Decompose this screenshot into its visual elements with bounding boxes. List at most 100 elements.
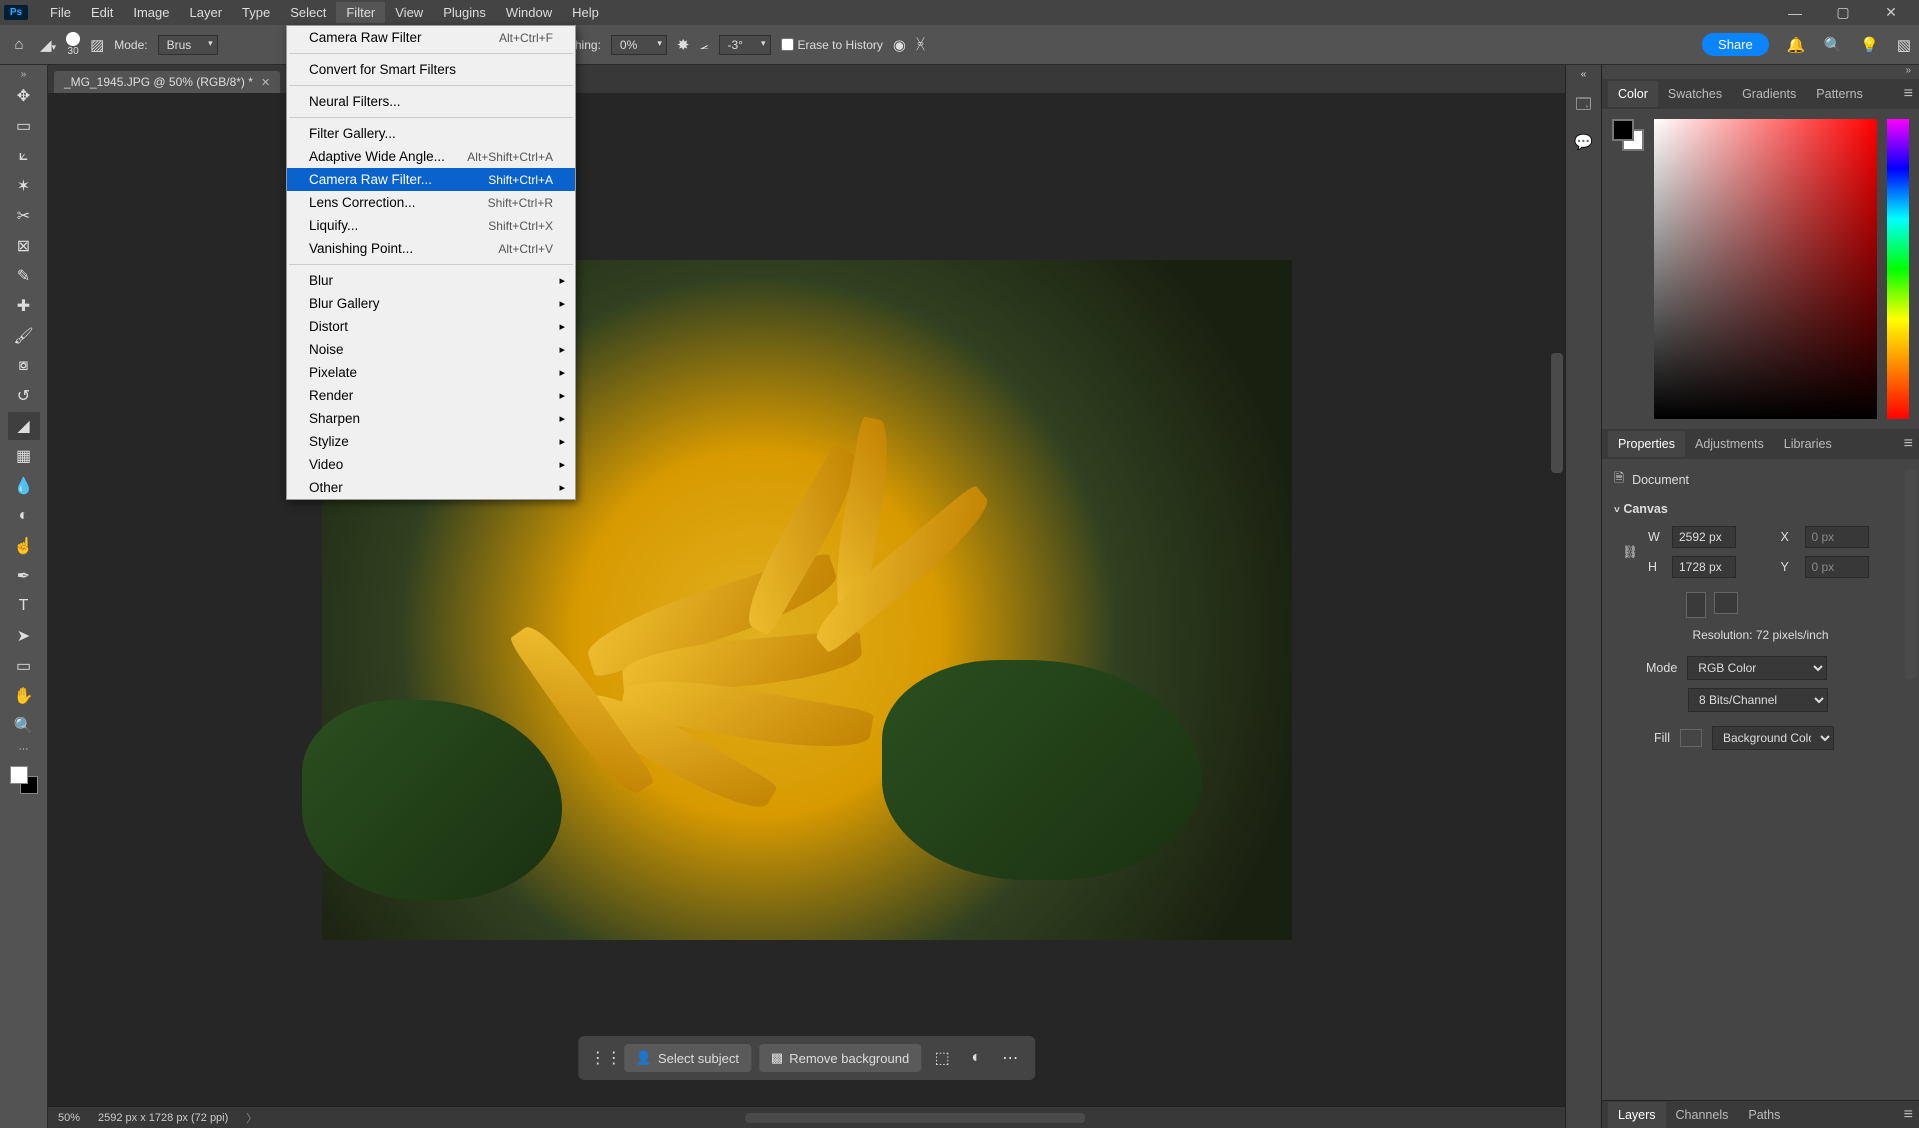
- filter-item-blur[interactable]: Blur: [287, 269, 575, 292]
- hand-tool[interactable]: ✋: [8, 682, 40, 710]
- menu-filter[interactable]: Filter: [336, 2, 385, 23]
- status-dims[interactable]: 2592 px x 1728 px (72 ppi): [98, 1112, 228, 1124]
- filter-item-lens-correction[interactable]: Lens Correction...Shift+Ctrl+R: [287, 191, 575, 214]
- tool-preset-picker[interactable]: ◢▾: [40, 36, 56, 54]
- pen-tool[interactable]: ✒: [8, 562, 40, 590]
- window-maximize[interactable]: ▢: [1819, 0, 1867, 25]
- window-minimize[interactable]: —: [1771, 1, 1819, 25]
- brush-tool[interactable]: 🖌: [8, 322, 40, 350]
- tools-more[interactable]: ⋯: [8, 742, 40, 756]
- tab-layers[interactable]: Layers: [1608, 1102, 1666, 1128]
- status-zoom[interactable]: 50%: [58, 1112, 80, 1124]
- move-tool[interactable]: ✥: [8, 82, 40, 110]
- menu-file[interactable]: File: [40, 2, 81, 23]
- link-wh-icon[interactable]: ⛓: [1622, 545, 1642, 560]
- filter-item-convert-for-smart-filters[interactable]: Convert for Smart Filters: [287, 58, 575, 81]
- tablet-pressure-icon[interactable]: ◉: [893, 36, 906, 54]
- fill-select[interactable]: Background Color: [1712, 726, 1834, 750]
- filter-item-video[interactable]: Video: [287, 453, 575, 476]
- color-mode-select[interactable]: RGB Color: [1687, 656, 1827, 680]
- healing-brush-tool[interactable]: ✚: [8, 292, 40, 320]
- tools-expand-chevron[interactable]: »: [21, 69, 27, 80]
- filter-item-noise[interactable]: Noise: [287, 338, 575, 361]
- canvas-vscroll[interactable]: [1551, 353, 1563, 473]
- blur-tool[interactable]: 💧: [8, 472, 40, 500]
- clone-stamp-tool[interactable]: ⧇: [8, 352, 40, 380]
- filter-item-pixelate[interactable]: Pixelate: [287, 361, 575, 384]
- path-select-tool[interactable]: ➤: [8, 622, 40, 650]
- tab-color[interactable]: Color: [1608, 81, 1658, 107]
- search-icon[interactable]: 🔍: [1823, 36, 1842, 54]
- rectangle-tool[interactable]: ▭: [8, 652, 40, 680]
- canvas-height-input[interactable]: [1672, 556, 1736, 578]
- qa-transform-icon[interactable]: ⬚: [929, 1048, 955, 1068]
- bit-depth-select[interactable]: 8 Bits/Channel: [1688, 688, 1828, 712]
- filter-item-stylize[interactable]: Stylize: [287, 430, 575, 453]
- window-close[interactable]: ✕: [1867, 0, 1915, 25]
- filter-item-camera-raw-filter[interactable]: Camera Raw FilterAlt+Ctrl+F: [287, 26, 575, 49]
- filter-item-distort[interactable]: Distort: [287, 315, 575, 338]
- frame-tool[interactable]: ⊠: [8, 232, 40, 260]
- close-tab-icon[interactable]: ✕: [261, 76, 270, 89]
- ministrip-icon-1[interactable]: 🗔: [1575, 94, 1591, 119]
- brush-preset[interactable]: 30: [66, 32, 80, 57]
- foreground-background-colors[interactable]: [10, 766, 38, 794]
- ministrip-collapse-chevron[interactable]: «: [1581, 69, 1587, 80]
- menu-window[interactable]: Window: [496, 2, 562, 23]
- angle-input[interactable]: -3°: [719, 35, 771, 55]
- mode-dropdown[interactable]: Brus: [158, 35, 218, 55]
- home-button[interactable]: ⌂: [8, 35, 30, 55]
- layers-panel-menu-icon[interactable]: ≡: [1904, 1106, 1913, 1124]
- filter-item-other[interactable]: Other: [287, 476, 575, 499]
- smudge-tool[interactable]: ☝: [8, 532, 40, 560]
- filter-item-blur-gallery[interactable]: Blur Gallery: [287, 292, 575, 315]
- filter-item-vanishing-point[interactable]: Vanishing Point...Alt+Ctrl+V: [287, 237, 575, 260]
- workspace-icon[interactable]: ▧: [1897, 36, 1911, 54]
- properties-vscroll[interactable]: [1905, 469, 1917, 679]
- canvas-width-input[interactable]: [1672, 526, 1736, 548]
- type-tool[interactable]: T: [8, 592, 40, 620]
- menu-image[interactable]: Image: [123, 2, 179, 23]
- smoothing-dropdown[interactable]: 0%: [611, 35, 667, 55]
- tab-adjustments[interactable]: Adjustments: [1685, 431, 1774, 457]
- marquee-tool[interactable]: ▭: [8, 112, 40, 140]
- menu-type[interactable]: Type: [232, 2, 280, 23]
- crop-tool[interactable]: ✂: [8, 202, 40, 230]
- erase-to-history-checkbox[interactable]: Erase to History: [781, 38, 883, 52]
- filter-item-filter-gallery[interactable]: Filter Gallery...: [287, 122, 575, 145]
- dodge-tool[interactable]: ◐: [8, 502, 40, 530]
- zoom-tool[interactable]: 🔍: [8, 712, 40, 740]
- eyedropper-tool[interactable]: ✎: [8, 262, 40, 290]
- menu-view[interactable]: View: [385, 2, 433, 23]
- qa-more-icon[interactable]: ⋯: [997, 1048, 1023, 1068]
- canvas-hscroll[interactable]: [745, 1113, 1085, 1123]
- panels-collapse-chevron[interactable]: »: [1602, 65, 1919, 79]
- remove-background-button[interactable]: ▩Remove background: [759, 1044, 921, 1072]
- tab-swatches[interactable]: Swatches: [1658, 81, 1732, 107]
- canvas-y-input[interactable]: [1805, 556, 1869, 578]
- notifications-icon[interactable]: 🔔: [1787, 36, 1806, 54]
- canvas[interactable]: ⋮⋮ 👤Select subject ▩Remove background ⬚ …: [48, 93, 1565, 1106]
- tab-libraries[interactable]: Libraries: [1774, 431, 1842, 457]
- menu-edit[interactable]: Edit: [81, 2, 123, 23]
- filter-item-liquify[interactable]: Liquify...Shift+Ctrl+X: [287, 214, 575, 237]
- qa-handle-icon[interactable]: ⋮⋮: [590, 1048, 616, 1068]
- tab-paths[interactable]: Paths: [1738, 1102, 1790, 1128]
- filter-item-camera-raw-filter[interactable]: Camera Raw Filter...Shift+Ctrl+A: [287, 168, 575, 191]
- eraser-tool[interactable]: ◢: [8, 412, 40, 440]
- lasso-tool[interactable]: ⟀: [8, 142, 40, 170]
- orientation-landscape[interactable]: [1714, 592, 1738, 614]
- canvas-section-label[interactable]: Canvas: [1623, 502, 1667, 516]
- menu-plugins[interactable]: Plugins: [433, 2, 496, 23]
- orientation-portrait[interactable]: [1686, 592, 1706, 618]
- symmetry-icon[interactable]: ᚸ: [916, 36, 925, 53]
- magic-wand-tool[interactable]: ✶: [8, 172, 40, 200]
- smoothing-options-icon[interactable]: ✸: [677, 36, 690, 54]
- share-button[interactable]: Share: [1702, 33, 1769, 56]
- filter-item-sharpen[interactable]: Sharpen: [287, 407, 575, 430]
- hue-slider[interactable]: [1887, 119, 1909, 419]
- tab-gradients[interactable]: Gradients: [1732, 81, 1806, 107]
- gradient-tool[interactable]: ▦: [8, 442, 40, 470]
- select-subject-button[interactable]: 👤Select subject: [624, 1044, 751, 1072]
- fg-bg-swatch[interactable]: [1612, 119, 1644, 151]
